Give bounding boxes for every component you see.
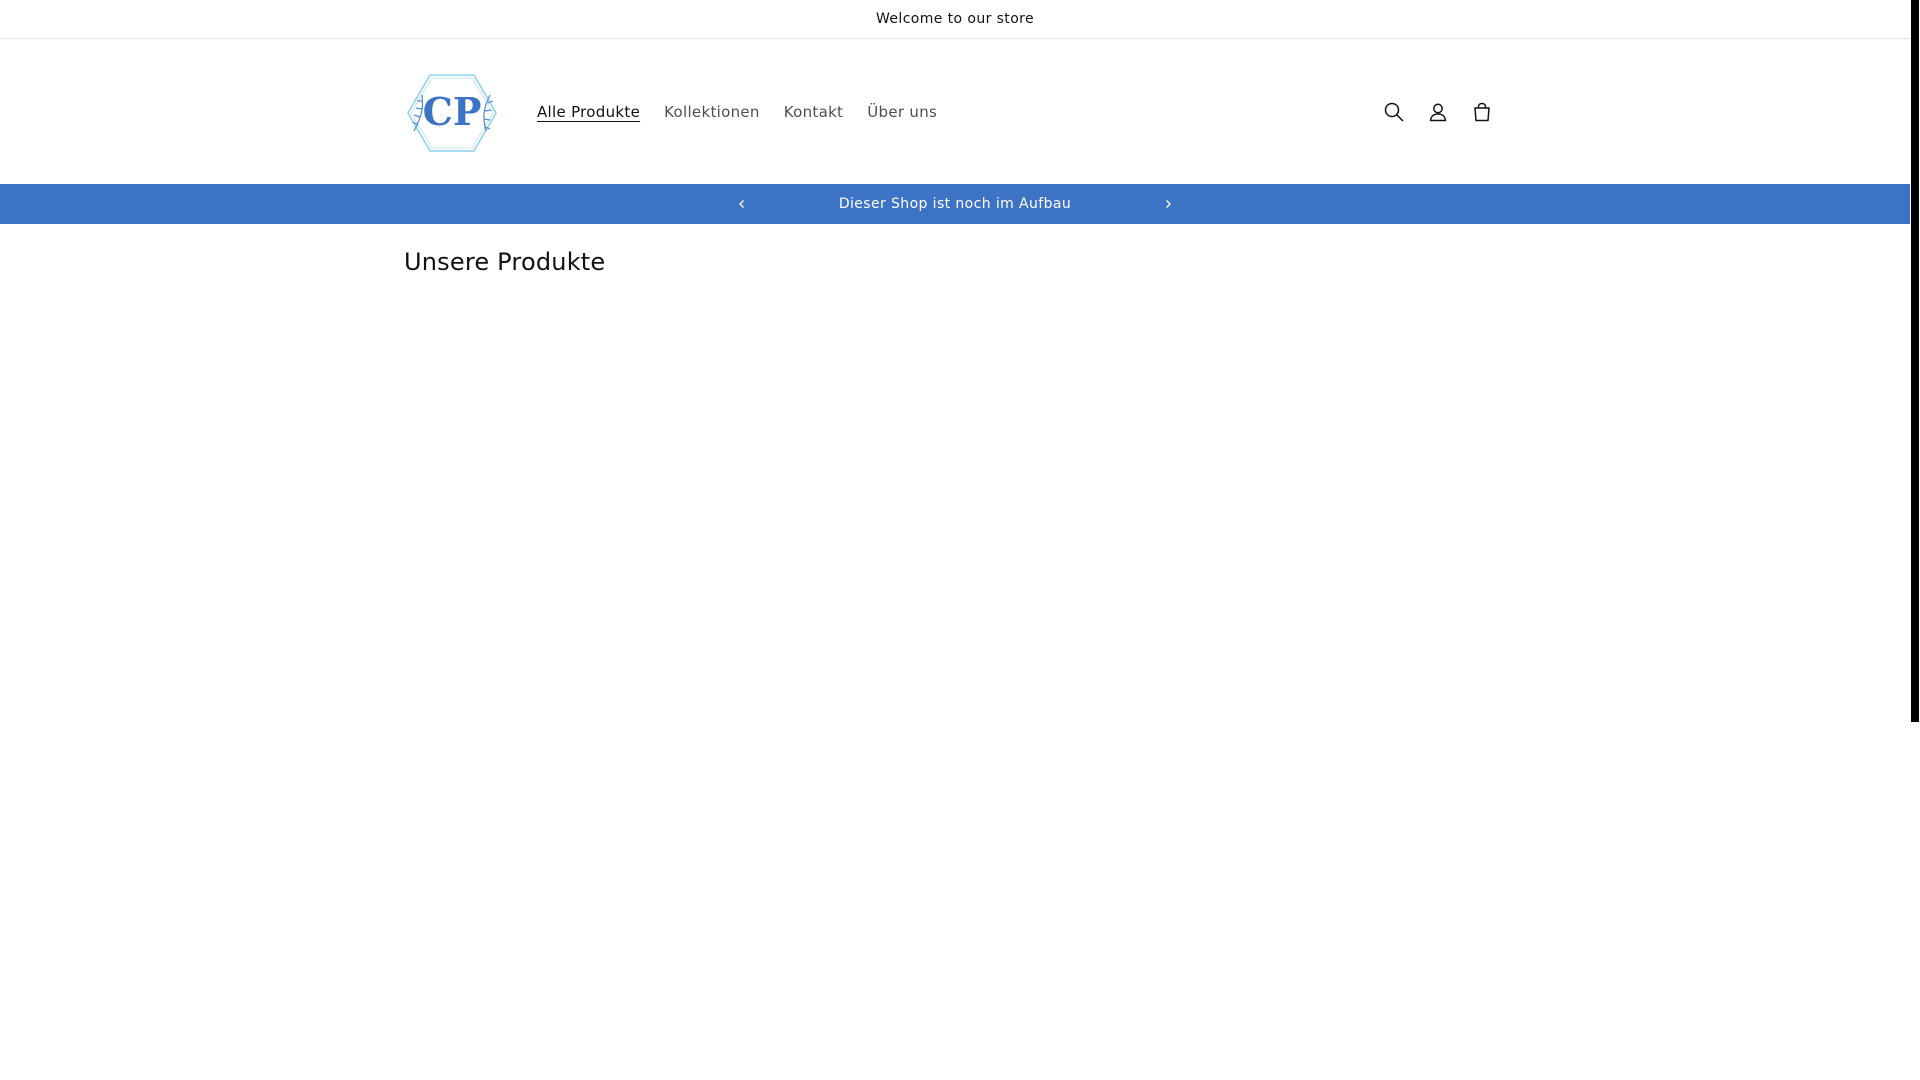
- top-announcement: Welcome to our store: [0, 0, 1910, 39]
- announcement-text: Dieser Shop ist noch im Aufbau: [838, 196, 1072, 212]
- account-icon: [1429, 103, 1447, 121]
- chevron-right-icon: [1166, 200, 1171, 208]
- nav-item-kollektionen[interactable]: Kollektionen: [652, 103, 772, 121]
- nav-item-ueber-uns[interactable]: Über uns: [855, 103, 949, 121]
- main-nav: Alle Produkte Kollektionen Kontakt Über …: [525, 39, 949, 184]
- top-announcement-text: Welcome to our store: [875, 11, 1035, 27]
- nav-item-kontakt[interactable]: Kontakt: [772, 103, 856, 121]
- scrollbar-thumb[interactable]: [1911, 0, 1919, 722]
- store-logo[interactable]: CP: [404, 65, 500, 161]
- page-scrollbar[interactable]: [1910, 0, 1920, 1080]
- header-icons: [1376, 39, 1500, 184]
- cart-icon: [1474, 102, 1490, 121]
- page: Welcome to our store CP Alle Produkte Ko…: [0, 0, 1910, 1080]
- search-icon: [1384, 102, 1404, 121]
- nav-item-alle-produkte[interactable]: Alle Produkte: [525, 103, 652, 121]
- announcement-text-wrap: Dieser Shop ist noch im Aufbau: [0, 184, 1910, 224]
- logo-text: CP: [423, 89, 482, 134]
- account-button[interactable]: [1420, 90, 1456, 134]
- cart-button[interactable]: [1464, 90, 1500, 134]
- site-header: CP Alle Produkte Kollektionen Kontakt Üb…: [0, 39, 1910, 184]
- search-button[interactable]: [1376, 90, 1412, 134]
- announcement-bar: Dieser Shop ist noch im Aufbau: [0, 184, 1910, 224]
- page-title: Unsere Produkte: [404, 248, 606, 276]
- announcement-next-button[interactable]: [1148, 184, 1188, 224]
